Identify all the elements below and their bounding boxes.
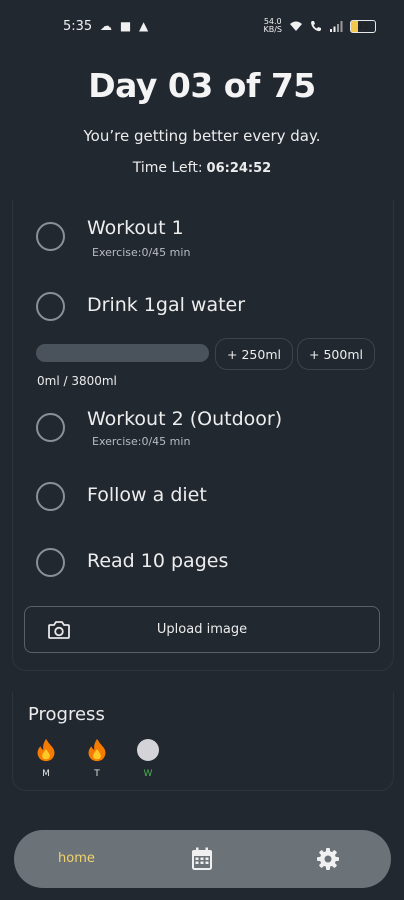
bottom-nav: home <box>14 830 391 888</box>
day-letter: T <box>94 769 100 779</box>
task-follow-diet[interactable]: Follow a diet <box>36 482 207 511</box>
battery-icon: 31 <box>350 19 376 33</box>
task-subtext: Exercise:0/45 min <box>92 246 191 259</box>
task-checkbox[interactable] <box>36 413 65 442</box>
task-label: Workout 2 (Outdoor) <box>87 408 283 430</box>
fire-icon <box>88 738 106 762</box>
status-bar: 5:35 ☁ ■ ▲ 54.0 KB/S 31 <box>0 0 404 56</box>
page-title: Day 03 of 75 <box>88 66 316 105</box>
task-subtext: Exercise:0/45 min <box>92 435 191 448</box>
task-checkbox[interactable] <box>36 482 65 511</box>
nav-home[interactable]: home <box>58 851 95 866</box>
add-250ml-button[interactable]: + 250ml <box>215 338 293 370</box>
task-label: Read 10 pages <box>87 550 229 572</box>
task-workout-1[interactable]: Workout 1 Exercise:0/45 min <box>36 217 190 259</box>
status-time: 5:35 <box>63 19 93 34</box>
progress-day-t: T <box>85 738 109 779</box>
add-500ml-button[interactable]: + 500ml <box>297 338 375 370</box>
phone-icon <box>311 21 321 32</box>
task-workout-2[interactable]: Workout 2 (Outdoor) Exercise:0/45 min <box>36 408 282 448</box>
motto-text: You’re getting better every day. <box>83 127 321 145</box>
network-speed: 54.0 KB/S <box>263 17 282 34</box>
time-left: Time Left: 06:24:52 <box>0 160 404 176</box>
calendar-icon[interactable] <box>191 847 213 871</box>
task-label: Follow a diet <box>87 484 207 506</box>
upload-image-label: Upload image <box>156 622 248 637</box>
task-label: Workout 1 <box>87 217 184 239</box>
progress-day-m: M <box>34 738 58 779</box>
circle-icon <box>137 739 159 761</box>
task-label: Drink 1gal water <box>87 294 246 316</box>
status-notification-icons: ☁ ■ ▲ <box>100 19 151 33</box>
water-progress-bar <box>36 344 209 362</box>
task-drink-water[interactable]: Drink 1gal water <box>36 292 245 321</box>
day-letter: M <box>42 769 50 779</box>
fire-icon <box>37 738 55 762</box>
time-left-value: 06:24:52 <box>206 161 272 176</box>
task-checkbox[interactable] <box>36 222 65 251</box>
gear-icon[interactable] <box>316 847 340 871</box>
signal-icon <box>330 21 343 32</box>
wifi-icon <box>290 21 302 31</box>
task-checkbox[interactable] <box>36 548 65 577</box>
upload-image-button[interactable]: Upload image <box>24 606 380 653</box>
time-left-label: Time Left: <box>132 160 203 176</box>
task-read-pages[interactable]: Read 10 pages <box>36 548 228 577</box>
task-checkbox[interactable] <box>36 292 65 321</box>
task-card <box>12 200 394 671</box>
status-right-group: 54.0 KB/S 31 <box>263 18 376 34</box>
day-letter: W <box>143 769 153 779</box>
progress-title: Progress <box>28 704 105 725</box>
progress-day-w: W <box>136 738 160 779</box>
water-count: 0ml / 3800ml <box>37 374 117 388</box>
